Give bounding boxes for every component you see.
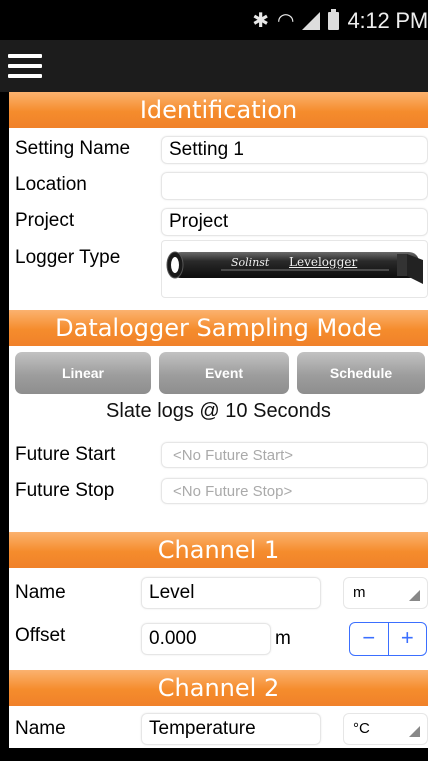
project-label: Project [15, 210, 75, 231]
logger-brand: Solinst [231, 256, 270, 269]
location-label: Location [15, 174, 87, 195]
minus-icon[interactable]: − [350, 623, 389, 655]
future-stop-field[interactable]: <No Future Stop> [161, 478, 428, 504]
channel-1-unit-value: m [353, 584, 366, 601]
plus-icon[interactable]: + [389, 623, 427, 655]
setting-name-label: Setting Name [15, 138, 131, 159]
status-icons: ✱ ◠ 4:12 PM [252, 8, 428, 34]
settings-content: Identification Setting Name Setting 1 Lo… [9, 92, 428, 748]
offset-stepper[interactable]: − + [349, 622, 427, 656]
bottom-bar [0, 748, 428, 761]
channel-2-name-label: Name [15, 718, 66, 739]
channel-2-unit-select[interactable]: °C [343, 713, 428, 745]
battery-icon [328, 9, 340, 30]
future-start-label: Future Start [15, 444, 116, 465]
future-start-field[interactable]: <No Future Start> [161, 442, 428, 468]
identification-header: Identification [9, 92, 428, 128]
setting-name-field[interactable]: Setting 1 [161, 136, 428, 164]
status-time: 4:12 PM [347, 8, 428, 33]
channel-1-offset-unit: m [275, 628, 291, 649]
status-bar: ✱ ◠ 4:12 PM [0, 0, 428, 40]
channel-1-offset-field[interactable]: 0.000 [141, 623, 271, 655]
channel-2-unit-value: °C [353, 720, 370, 737]
future-stop-label: Future Stop [15, 480, 115, 501]
channel-1-offset-label: Offset [15, 625, 66, 646]
signal-icon [302, 12, 321, 30]
wifi-icon: ◠ [277, 10, 295, 32]
channel-1-name-label: Name [15, 582, 66, 603]
logger-type-image[interactable]: Solinst Levelogger [161, 240, 428, 298]
logger-type-label: Logger Type [15, 247, 121, 268]
channel-1-header: Channel 1 [9, 532, 428, 568]
linear-button[interactable]: Linear [15, 352, 151, 394]
hamburger-menu-icon[interactable] [8, 54, 42, 78]
sampling-summary: Slate logs @ 10 Seconds [106, 400, 331, 422]
dropdown-triangle-icon [409, 726, 420, 737]
channel-2-header: Channel 2 [9, 670, 428, 706]
sampling-mode-header: Datalogger Sampling Mode [9, 310, 428, 346]
levelogger-image [166, 251, 423, 284]
dropdown-triangle-icon [409, 590, 420, 601]
channel-2-name-field[interactable]: Temperature [141, 713, 321, 745]
app-bar [0, 40, 428, 92]
project-field[interactable]: Project [161, 208, 428, 236]
location-field[interactable] [161, 172, 428, 200]
schedule-button[interactable]: Schedule [297, 352, 425, 394]
event-button[interactable]: Event [159, 352, 289, 394]
channel-1-unit-select[interactable]: m [343, 577, 428, 609]
bluetooth-icon: ✱ [252, 10, 270, 32]
channel-1-name-field[interactable]: Level [141, 577, 321, 609]
logger-model: Levelogger [289, 255, 358, 269]
